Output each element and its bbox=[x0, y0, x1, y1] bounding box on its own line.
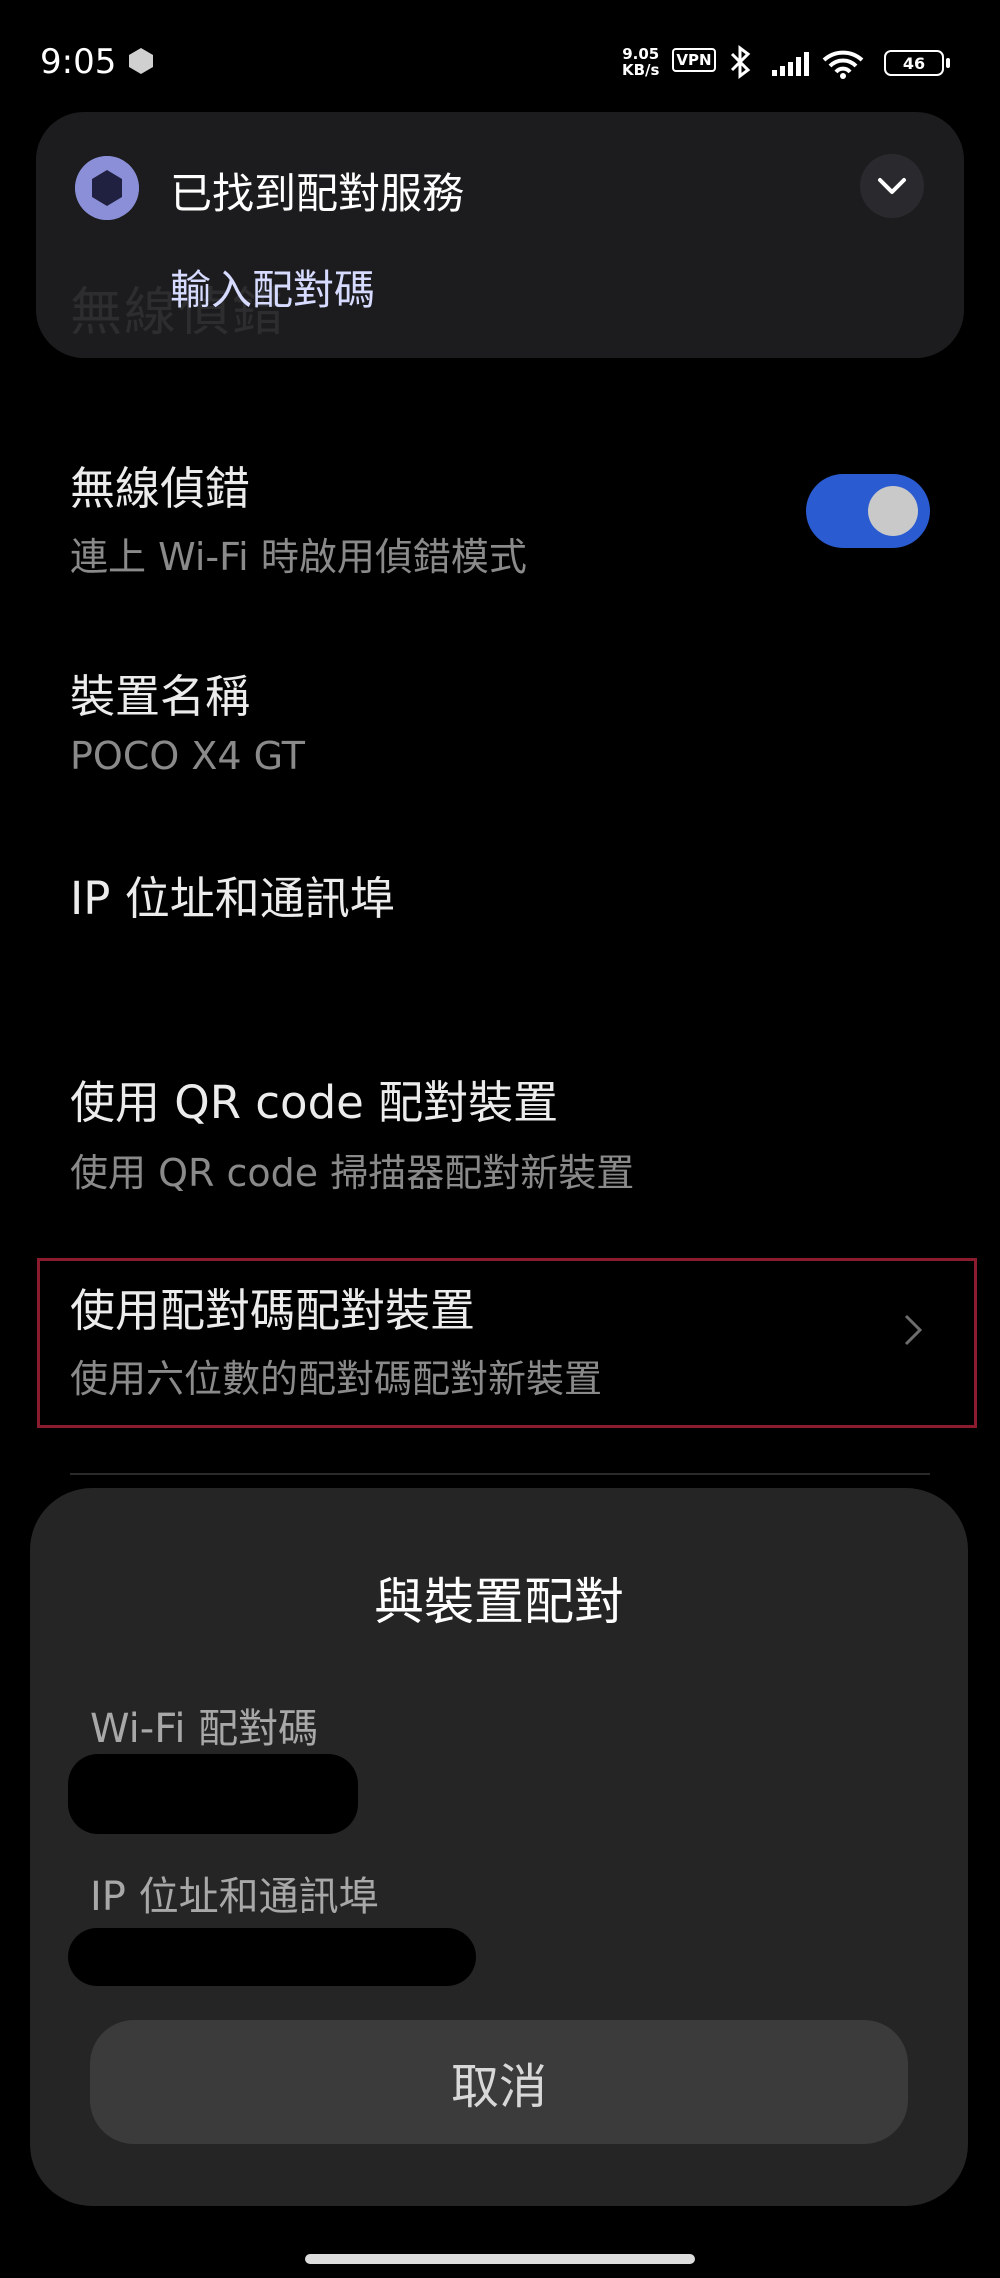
wifi-icon bbox=[822, 50, 864, 74]
network-speed-value: 9.05 bbox=[622, 45, 660, 63]
enter-pairing-code-action[interactable]: 輸入配對碼 bbox=[170, 256, 375, 316]
network-speed-unit: KB/s bbox=[622, 61, 660, 79]
qr-pair-subtitle: 使用 QR code 掃描器配對新裝置 bbox=[70, 1151, 635, 1195]
wireless-debug-subtitle: 連上 Wi-Fi 時啟用偵錯模式 bbox=[70, 535, 527, 579]
code-pair-subtitle: 使用六位數的配對碼配對新裝置 bbox=[70, 1357, 603, 1401]
wireless-debug-title: 無線偵錯 bbox=[70, 462, 251, 515]
ip-label: IP 位址和通訊埠 bbox=[90, 1874, 379, 1920]
notification-hexagon-icon bbox=[129, 48, 153, 74]
expand-button[interactable] bbox=[860, 154, 924, 218]
device-name-value: POCO X4 GT bbox=[70, 734, 305, 778]
battery-icon: 46 bbox=[884, 50, 944, 76]
toggle-knob bbox=[868, 486, 918, 536]
app-settings-icon bbox=[75, 156, 139, 220]
device-name-title[interactable]: 裝置名稱 bbox=[70, 660, 250, 725]
battery-tip bbox=[946, 58, 950, 68]
home-indicator[interactable] bbox=[305, 2254, 695, 2264]
status-time: 9:05 bbox=[40, 42, 117, 82]
wifi-dot bbox=[840, 73, 846, 79]
bluetooth-icon bbox=[730, 45, 751, 79]
qr-pair-title[interactable]: 使用 QR code 配對裝置 bbox=[70, 1066, 558, 1131]
chevron-down-icon bbox=[878, 178, 906, 194]
divider bbox=[70, 1473, 930, 1475]
code-pair-title: 使用配對碼配對裝置 bbox=[70, 1284, 476, 1337]
ip-port-title[interactable]: IP 位址和通訊埠 bbox=[70, 862, 395, 927]
ip-redacted bbox=[68, 1928, 476, 1986]
signal-icon bbox=[772, 52, 809, 76]
status-icons bbox=[730, 45, 864, 79]
vpn-icon: VPN bbox=[672, 48, 716, 72]
cancel-button[interactable]: 取消 bbox=[90, 2020, 908, 2144]
chevron-right-icon bbox=[904, 1314, 923, 1346]
dialog-title: 與裝置配對 bbox=[374, 1573, 624, 1631]
wifi-code-redacted bbox=[68, 1754, 358, 1834]
wifi-code-label: Wi-Fi 配對碼 bbox=[90, 1706, 319, 1752]
network-speed: 9.05 KB/s bbox=[622, 46, 659, 78]
notification-title: 已找到配對服務 bbox=[170, 169, 465, 218]
